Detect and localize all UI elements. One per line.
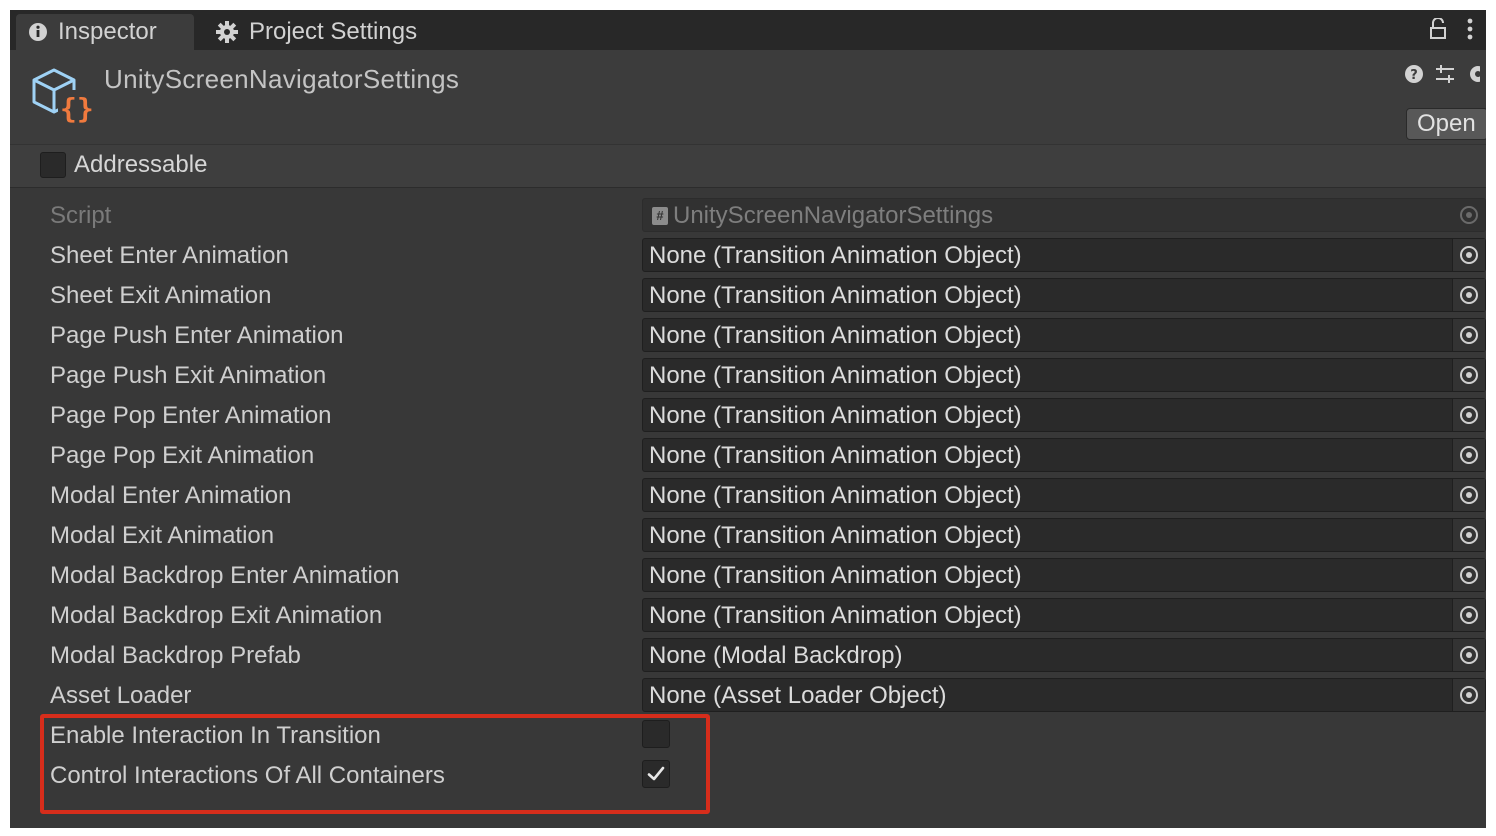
property-label: Modal Exit Animation bbox=[50, 522, 275, 549]
tab-bar: Inspector Project Settings bbox=[10, 10, 1486, 50]
field-value: None (Transition Animation Object) bbox=[649, 602, 1022, 629]
object-field[interactable]: None (Transition Animation Object) bbox=[642, 438, 1486, 472]
svg-text:?: ? bbox=[1410, 68, 1418, 83]
object-field[interactable]: None (Transition Animation Object) bbox=[642, 518, 1486, 552]
open-button[interactable]: Open bbox=[1406, 108, 1486, 140]
tab-inspector[interactable]: Inspector bbox=[16, 14, 194, 50]
object-picker-icon[interactable] bbox=[1452, 679, 1485, 711]
field-value: None (Transition Animation Object) bbox=[649, 442, 1022, 469]
field-value: None (Transition Animation Object) bbox=[649, 522, 1022, 549]
tab-label: Inspector bbox=[58, 18, 157, 45]
property-label: Modal Backdrop Enter Animation bbox=[50, 562, 400, 589]
checkmark-icon bbox=[647, 766, 665, 781]
property-row-page-push-exit-animation: Page Push Exit Animation None (Transitio… bbox=[10, 356, 1486, 396]
help-icon[interactable]: ? bbox=[1404, 64, 1424, 89]
object-picker-icon[interactable] bbox=[1452, 639, 1485, 671]
property-label: Script bbox=[50, 202, 112, 229]
property-row-page-push-enter-animation: Page Push Enter Animation None (Transiti… bbox=[10, 316, 1486, 356]
enable-interaction-checkbox[interactable] bbox=[642, 720, 670, 748]
property-row-page-pop-enter-animation: Page Pop Enter Animation None (Transitio… bbox=[10, 396, 1486, 436]
object-field[interactable]: None (Asset Loader Object) bbox=[642, 678, 1486, 712]
gear-icon bbox=[215, 20, 239, 44]
field-value: None (Transition Animation Object) bbox=[649, 282, 1022, 309]
object-picker-icon[interactable] bbox=[1452, 479, 1485, 511]
header-icons: ? bbox=[1404, 64, 1486, 89]
property-row-enable-interaction-in-transition: Enable Interaction In Transition bbox=[10, 716, 1486, 756]
property-row-modal-backdrop-exit-animation: Modal Backdrop Exit Animation None (Tran… bbox=[10, 596, 1486, 636]
property-row-control-interactions: Control Interactions Of All Containers bbox=[10, 756, 1486, 796]
property-label: Control Interactions Of All Containers bbox=[50, 762, 445, 789]
property-label: Modal Enter Animation bbox=[50, 482, 292, 509]
property-label: Modal Backdrop Prefab bbox=[50, 642, 301, 669]
field-value: None (Transition Animation Object) bbox=[649, 322, 1022, 349]
inspector-window: Inspector Project Settings {} UnityScree… bbox=[10, 10, 1486, 828]
property-row-sheet-enter-animation: Sheet Enter Animation None (Transition A… bbox=[10, 236, 1486, 276]
object-field[interactable]: None (Transition Animation Object) bbox=[642, 318, 1486, 352]
addressable-row: Addressable bbox=[10, 144, 1486, 188]
object-picker-icon[interactable] bbox=[1452, 359, 1485, 391]
object-picker-icon bbox=[1453, 199, 1485, 231]
addressable-checkbox[interactable] bbox=[40, 152, 66, 178]
object-picker-icon[interactable] bbox=[1452, 599, 1485, 631]
svg-text:{}: {} bbox=[60, 92, 92, 124]
object-picker-icon[interactable] bbox=[1452, 519, 1485, 551]
property-row-modal-exit-animation: Modal Exit Animation None (Transition An… bbox=[10, 516, 1486, 556]
object-field[interactable]: None (Transition Animation Object) bbox=[642, 238, 1486, 272]
tab-project-settings[interactable]: Project Settings bbox=[213, 14, 417, 50]
inspector-header: {} UnityScreenNavigatorSettings ? Open bbox=[10, 50, 1486, 144]
field-value: None (Modal Backdrop) bbox=[649, 642, 903, 669]
more-options-icon[interactable] bbox=[1466, 16, 1474, 47]
object-field[interactable]: None (Transition Animation Object) bbox=[642, 358, 1486, 392]
property-row-modal-enter-animation: Modal Enter Animation None (Transition A… bbox=[10, 476, 1486, 516]
tab-label: Project Settings bbox=[249, 18, 418, 45]
object-picker-icon[interactable] bbox=[1452, 239, 1485, 271]
object-picker-icon[interactable] bbox=[1452, 319, 1485, 351]
object-field[interactable]: None (Transition Animation Object) bbox=[642, 398, 1486, 432]
property-label: Page Pop Exit Animation bbox=[50, 442, 315, 469]
property-row-page-pop-exit-animation: Page Pop Exit Animation None (Transition… bbox=[10, 436, 1486, 476]
field-value: None (Transition Animation Object) bbox=[649, 482, 1022, 509]
object-field[interactable]: None (Transition Animation Object) bbox=[642, 558, 1486, 592]
property-label: Asset Loader bbox=[50, 682, 192, 709]
preset-icon[interactable] bbox=[1434, 64, 1456, 89]
property-label: Modal Backdrop Exit Animation bbox=[50, 602, 383, 629]
field-value: UnityScreenNavigatorSettings bbox=[673, 202, 994, 229]
property-label: Page Pop Enter Animation bbox=[50, 402, 332, 429]
object-field[interactable]: None (Transition Animation Object) bbox=[642, 278, 1486, 312]
property-row-script: Script # UnityScreenNavigatorSettings bbox=[10, 196, 1486, 236]
object-field[interactable]: None (Transition Animation Object) bbox=[642, 598, 1486, 632]
lock-icon[interactable] bbox=[1428, 17, 1448, 45]
asset-title: UnityScreenNavigatorSettings bbox=[104, 64, 460, 94]
field-value: None (Transition Animation Object) bbox=[649, 242, 1022, 269]
property-label: Sheet Enter Animation bbox=[50, 242, 289, 269]
property-label: Page Push Exit Animation bbox=[50, 362, 327, 389]
control-interactions-checkbox[interactable] bbox=[642, 760, 670, 788]
property-row-sheet-exit-animation: Sheet Exit Animation None (Transition An… bbox=[10, 276, 1486, 316]
object-picker-icon[interactable] bbox=[1452, 279, 1485, 311]
settings-gear-icon[interactable] bbox=[1466, 64, 1486, 89]
property-label: Enable Interaction In Transition bbox=[50, 722, 381, 749]
property-label: Page Push Enter Animation bbox=[50, 322, 344, 349]
object-field[interactable]: None (Modal Backdrop) bbox=[642, 638, 1486, 672]
object-picker-icon[interactable] bbox=[1452, 439, 1485, 471]
object-picker-icon[interactable] bbox=[1452, 399, 1485, 431]
info-icon bbox=[28, 22, 48, 42]
addressable-label: Addressable bbox=[74, 151, 208, 178]
script-field: # UnityScreenNavigatorSettings bbox=[642, 198, 1486, 232]
property-row-asset-loader: Asset Loader None (Asset Loader Object) bbox=[10, 676, 1486, 716]
field-value: None (Transition Animation Object) bbox=[649, 562, 1022, 589]
object-field[interactable]: None (Transition Animation Object) bbox=[642, 478, 1486, 512]
script-file-icon: # bbox=[652, 207, 668, 225]
scriptable-object-icon: {} bbox=[28, 64, 94, 129]
object-picker-icon[interactable] bbox=[1452, 559, 1485, 591]
field-value: None (Transition Animation Object) bbox=[649, 402, 1022, 429]
property-label: Sheet Exit Animation bbox=[50, 282, 272, 309]
property-row-modal-backdrop-prefab: Modal Backdrop Prefab None (Modal Backdr… bbox=[10, 636, 1486, 676]
property-row-modal-backdrop-enter-animation: Modal Backdrop Enter Animation None (Tra… bbox=[10, 556, 1486, 596]
field-value: None (Asset Loader Object) bbox=[649, 682, 947, 709]
field-value: None (Transition Animation Object) bbox=[649, 362, 1022, 389]
